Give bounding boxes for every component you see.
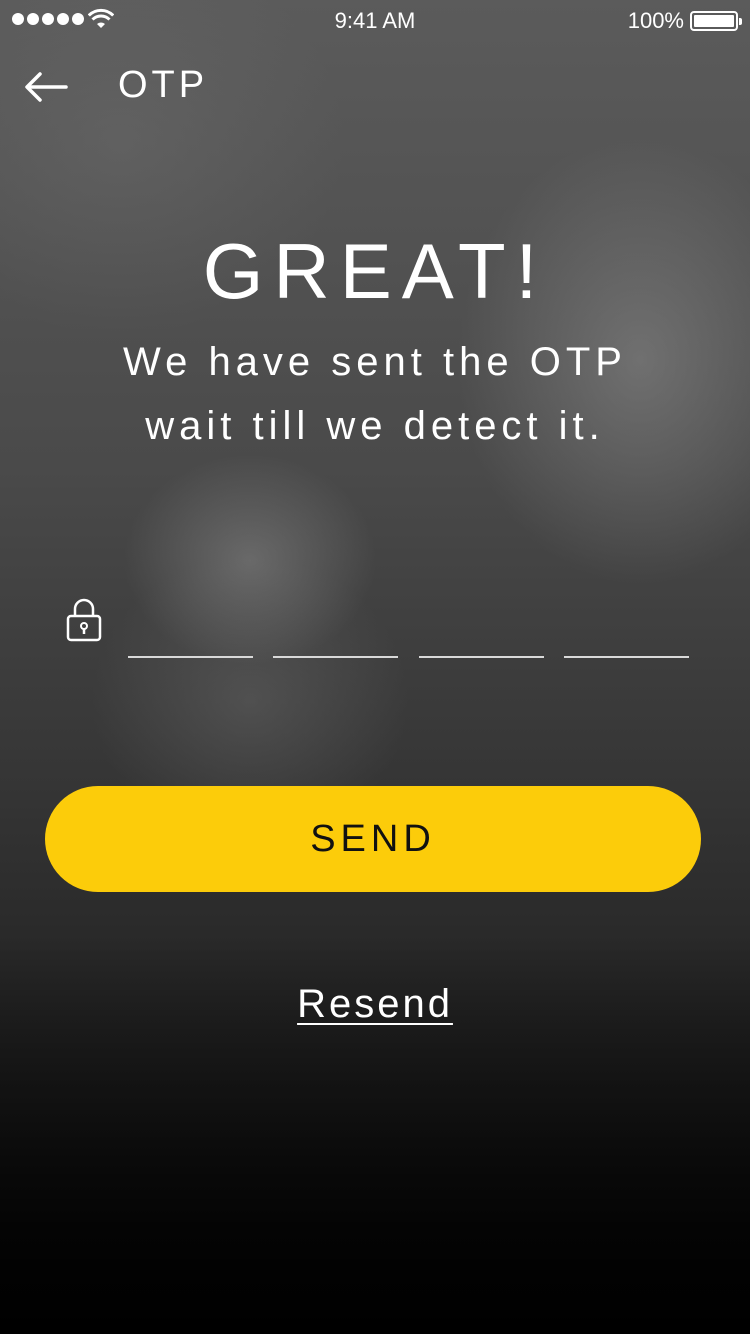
battery-percentage: 100% xyxy=(627,8,684,33)
arrow-left-icon xyxy=(25,72,68,102)
otp-digit-1-field[interactable] xyxy=(128,600,253,658)
resend-link-container: Resend xyxy=(0,982,750,1027)
status-bar: 9:41 AM 100% xyxy=(0,0,750,40)
subtext-line-2: wait till we detect it. xyxy=(145,404,605,448)
subtext: We have sent the OTP wait till we detect… xyxy=(0,330,750,458)
resend-link[interactable]: Resend xyxy=(297,982,453,1026)
background-photo xyxy=(0,0,750,1334)
subtext-line-1: We have sent the OTP xyxy=(123,340,627,384)
page-title: OTP xyxy=(118,64,209,106)
send-button[interactable]: SEND xyxy=(45,786,701,892)
lock-icon xyxy=(66,598,102,642)
otp-digit-2-field[interactable] xyxy=(273,600,398,658)
battery-icon xyxy=(690,11,742,31)
back-button[interactable] xyxy=(22,66,70,108)
otp-input-group xyxy=(128,600,690,660)
otp-digit-4-field[interactable] xyxy=(564,600,689,658)
headline: GREAT! xyxy=(202,227,548,315)
otp-digit-3-field[interactable] xyxy=(419,600,544,658)
